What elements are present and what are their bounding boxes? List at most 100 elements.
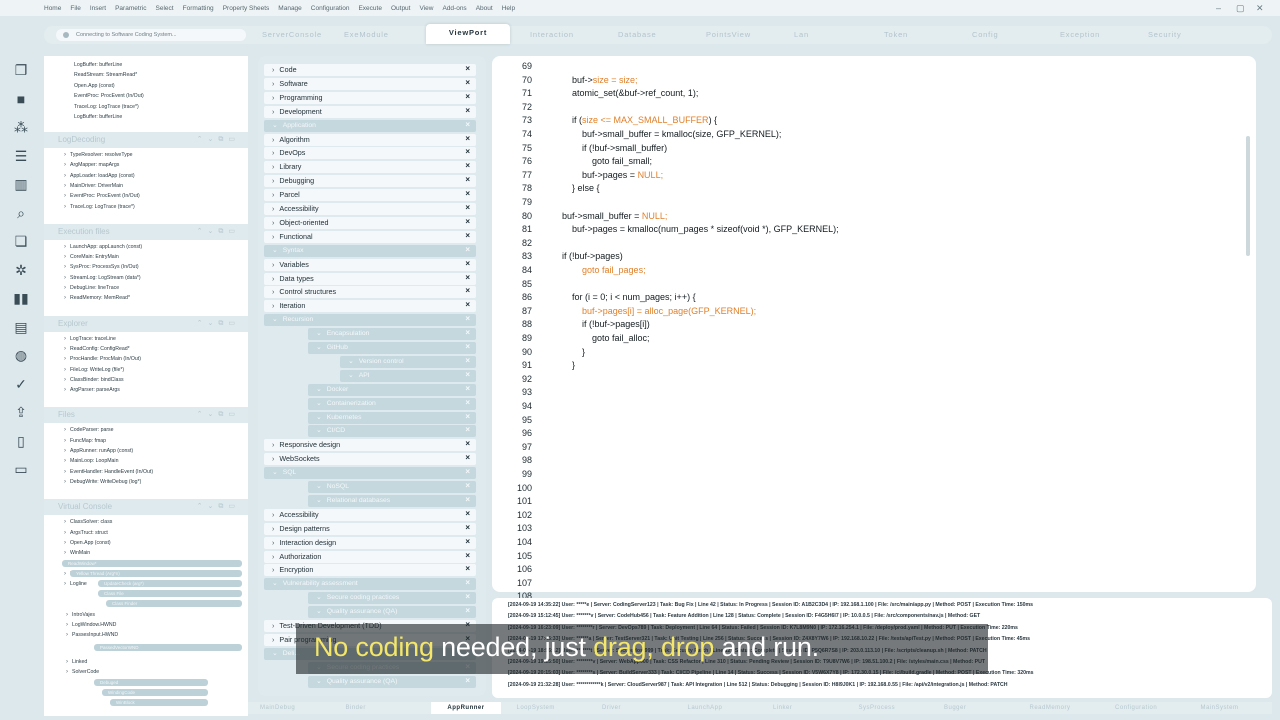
code-line[interactable]: goto fail_alloc; [552, 333, 650, 343]
menu-item-view[interactable]: View [419, 5, 433, 12]
remove-icon[interactable]: × [465, 314, 470, 323]
menu-item-configuration[interactable]: Configuration [311, 5, 350, 12]
bottom-tab-linker[interactable]: Linker [773, 702, 792, 714]
remove-icon[interactable]: × [465, 273, 470, 282]
code-line[interactable]: buf->small_buffer = NULL; [552, 211, 667, 221]
list-item[interactable]: LogWindow.HWND [66, 622, 116, 628]
category-quality-assurance-qa-[interactable]: Quality assurance (QA) × [308, 675, 476, 688]
remove-icon[interactable]: × [465, 286, 470, 295]
category-github[interactable]: GitHub × [308, 342, 476, 354]
list-item[interactable]: CoreMain: EntryMain [64, 254, 119, 260]
category-nosql[interactable]: NoSQL × [308, 481, 476, 493]
list-item[interactable]: ClassBinder: bindClass [64, 377, 124, 383]
category-functional[interactable]: Functional × [264, 230, 476, 243]
list-item[interactable]: ArgMapper: mapArgs [64, 162, 119, 168]
category-programming[interactable]: Programming × [264, 91, 476, 104]
category-kubernetes[interactable]: Kubernetes × [308, 411, 476, 424]
list-item[interactable]: LogTrace: traceLine [64, 336, 116, 342]
bottom-tab-bugger[interactable]: Bugger [944, 702, 966, 714]
remove-icon[interactable]: × [465, 537, 470, 546]
category-control-structures[interactable]: Control structures × [264, 286, 476, 299]
editor-scrollbar[interactable] [1246, 136, 1250, 256]
list-item[interactable]: AppLoader: loadApp (const) [64, 173, 135, 179]
section-controls-icon[interactable]: ⌃⌄⧉▭ [197, 227, 240, 236]
barcode-icon[interactable]: ▮▮ [13, 290, 29, 306]
category-authorization[interactable]: Authorization × [264, 550, 476, 563]
remove-icon[interactable]: × [465, 592, 470, 601]
remove-icon[interactable]: × [465, 523, 470, 532]
tab-interaction[interactable]: Interaction [530, 26, 574, 44]
code-line[interactable]: atomic_set(&buf->ref_count, 1); [552, 88, 698, 98]
check-doc-icon[interactable]: ✓ [13, 376, 29, 392]
section-controls-icon[interactable]: ⌃⌄⧉▭ [197, 502, 240, 511]
remove-icon[interactable]: × [465, 161, 470, 170]
layers-icon[interactable]: ❏ [13, 233, 29, 249]
bottom-tab-readmemory[interactable]: ReadMemory [1030, 702, 1071, 714]
list-item[interactable]: IntroVajes [66, 612, 95, 618]
remove-icon[interactable]: × [465, 203, 470, 212]
tab-serverconsole[interactable]: ServerConsole [262, 26, 322, 44]
section-header[interactable]: Virtual Console ⌃⌄⧉▭ [44, 499, 248, 516]
list-icon[interactable]: ☰ [13, 148, 29, 164]
tree-node[interactable]: ReadWindow* [62, 560, 242, 567]
list-item[interactable]: ClassSolver: class [64, 519, 112, 525]
list-item[interactable]: CodeParser: parse [64, 427, 114, 433]
settings-icon[interactable]: ✲ [13, 262, 29, 278]
category-data-types[interactable]: Data types × [264, 272, 476, 285]
tab-viewport[interactable]: ViewPort [426, 24, 510, 44]
remove-icon[interactable]: × [465, 175, 470, 184]
list-item[interactable]: ReadConfig: ConfigRead* [64, 346, 130, 352]
menu-item-manage[interactable]: Manage [278, 5, 302, 12]
remove-icon[interactable]: × [465, 259, 470, 268]
category-recursion[interactable]: Recursion × [264, 314, 476, 327]
tree-node[interactable]: PassedVectorWND [94, 643, 242, 651]
category-devops[interactable]: DevOps × [264, 147, 476, 160]
code-line[interactable]: if (!buf->pages) [552, 251, 623, 261]
code-line[interactable]: buf->pages = kmalloc(num_pages * sizeof(… [552, 224, 839, 234]
grid-icon[interactable]: ⁂ [13, 119, 29, 135]
category-variables[interactable]: Variables × [264, 258, 476, 271]
menu-item-insert[interactable]: Insert [90, 5, 106, 12]
remove-icon[interactable]: × [465, 64, 470, 73]
code-line[interactable]: } else { [552, 183, 600, 193]
category-version-control[interactable]: Version control × [340, 355, 476, 368]
folder-icon[interactable]: ▭ [13, 461, 29, 477]
remove-icon[interactable]: × [465, 134, 470, 143]
section-controls-icon[interactable]: ⌃⌄⧉▭ [197, 319, 240, 328]
list-item[interactable]: ProcHandle: ProcMain (In/Out) [64, 356, 141, 362]
tree-node[interactable]: Debuged [94, 679, 208, 686]
remove-icon[interactable]: × [465, 606, 470, 615]
category-accessibility[interactable]: Accessibility × [264, 508, 476, 521]
list-item[interactable]: Linked [66, 659, 87, 665]
remove-icon[interactable]: × [465, 481, 470, 490]
category-development[interactable]: Development × [264, 105, 476, 118]
remove-icon[interactable]: × [465, 509, 470, 518]
category-encryption[interactable]: Encryption × [264, 564, 476, 577]
menu-item-add-ons[interactable]: Add-ons [442, 5, 466, 12]
bottom-tab-configuration[interactable]: Configuration [1115, 702, 1157, 714]
category-secure-coding-practices[interactable]: Secure coding practices × [308, 592, 476, 605]
list-item[interactable]: ReadMemory: MemRead* [64, 295, 130, 301]
tab-lan[interactable]: Lan [794, 26, 809, 44]
remove-icon[interactable]: × [465, 676, 470, 685]
bottom-tab-launchapp[interactable]: LaunchApp [688, 702, 723, 714]
section-header[interactable]: Explorer ⌃⌄⧉▭ [44, 315, 248, 332]
section-header[interactable]: Files ⌃⌄⧉▭ [44, 407, 248, 424]
menu-item-property-sheets[interactable]: Property Sheets [223, 5, 270, 12]
section-controls-icon[interactable]: ⌃⌄⧉▭ [197, 135, 240, 144]
list-item[interactable]: SysProc: ProcessSys (In/Out) [64, 264, 139, 270]
code-line[interactable]: if (!buf->small_buffer) [552, 143, 667, 153]
code-line[interactable]: if (size <= MAX_SMALL_BUFFER) { [552, 115, 717, 125]
remove-icon[interactable]: × [465, 439, 470, 448]
bottom-tab-apprunner[interactable]: AppRunner [431, 702, 501, 714]
page-icon[interactable]: ▯ [13, 433, 29, 449]
category-design-patterns[interactable]: Design patterns × [264, 522, 476, 535]
category-docker[interactable]: Docker × [308, 383, 476, 396]
list-item[interactable]: ArgParser: parseArgs [64, 387, 120, 393]
code-line[interactable]: buf->small_buffer = kmalloc(size, GFP_KE… [552, 129, 781, 139]
remove-icon[interactable]: × [465, 356, 470, 365]
category-accessibility[interactable]: Accessibility × [264, 203, 476, 215]
tab-config[interactable]: Config [972, 26, 998, 44]
code-editor[interactable]: 69 70 buf->size = size; 71 atomic_set(&buf… [492, 56, 1256, 601]
remove-icon[interactable]: × [465, 78, 470, 87]
